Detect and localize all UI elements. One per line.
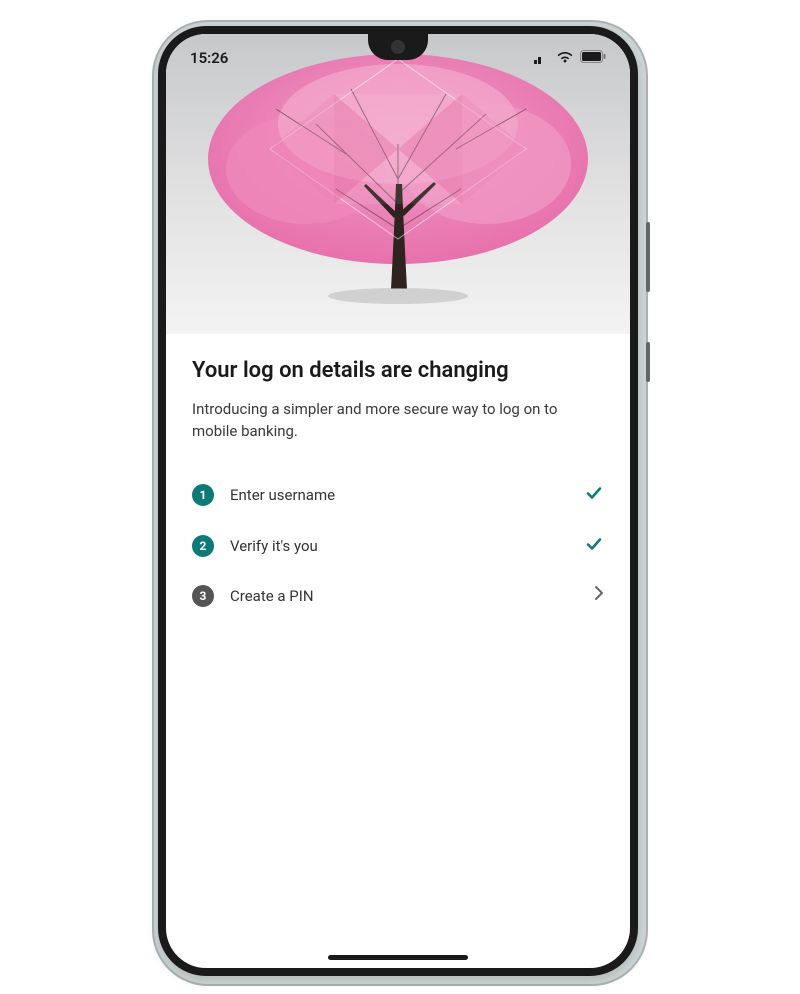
step-label: Enter username [230, 486, 584, 504]
step-verify-its-you[interactable]: 2 Verify it's you [192, 524, 604, 569]
check-icon [584, 483, 604, 508]
phone-notch [368, 34, 428, 60]
step-number-badge: 2 [192, 535, 214, 557]
battery-icon [580, 49, 606, 67]
step-label: Create a PIN [230, 587, 594, 605]
steps-list: 1 Enter username 2 Verify it's you 3 Cre… [192, 473, 604, 617]
wifi-icon [556, 49, 574, 67]
page-subtitle: Introducing a simpler and more secure wa… [192, 399, 604, 443]
chevron-right-icon [594, 585, 604, 606]
status-indicators [534, 49, 607, 67]
content-area: Your log on details are changing Introdu… [166, 334, 630, 641]
step-create-a-pin[interactable]: 3 Create a PIN [192, 575, 604, 617]
step-enter-username[interactable]: 1 Enter username [192, 473, 604, 518]
status-time: 15:26 [190, 49, 228, 67]
cellular-signal-icon [534, 52, 551, 64]
step-label: Verify it's you [230, 537, 584, 555]
check-icon [584, 534, 604, 559]
volume-button [646, 222, 650, 292]
page-title: Your log on details are changing [192, 358, 604, 383]
power-button [646, 342, 650, 382]
phone-screen: 15:26 [158, 26, 638, 976]
hero-image [166, 34, 630, 334]
step-number-badge: 3 [192, 585, 214, 607]
home-indicator[interactable] [328, 955, 468, 960]
phone-device-frame: 15:26 [152, 20, 648, 986]
step-number-badge: 1 [192, 484, 214, 506]
